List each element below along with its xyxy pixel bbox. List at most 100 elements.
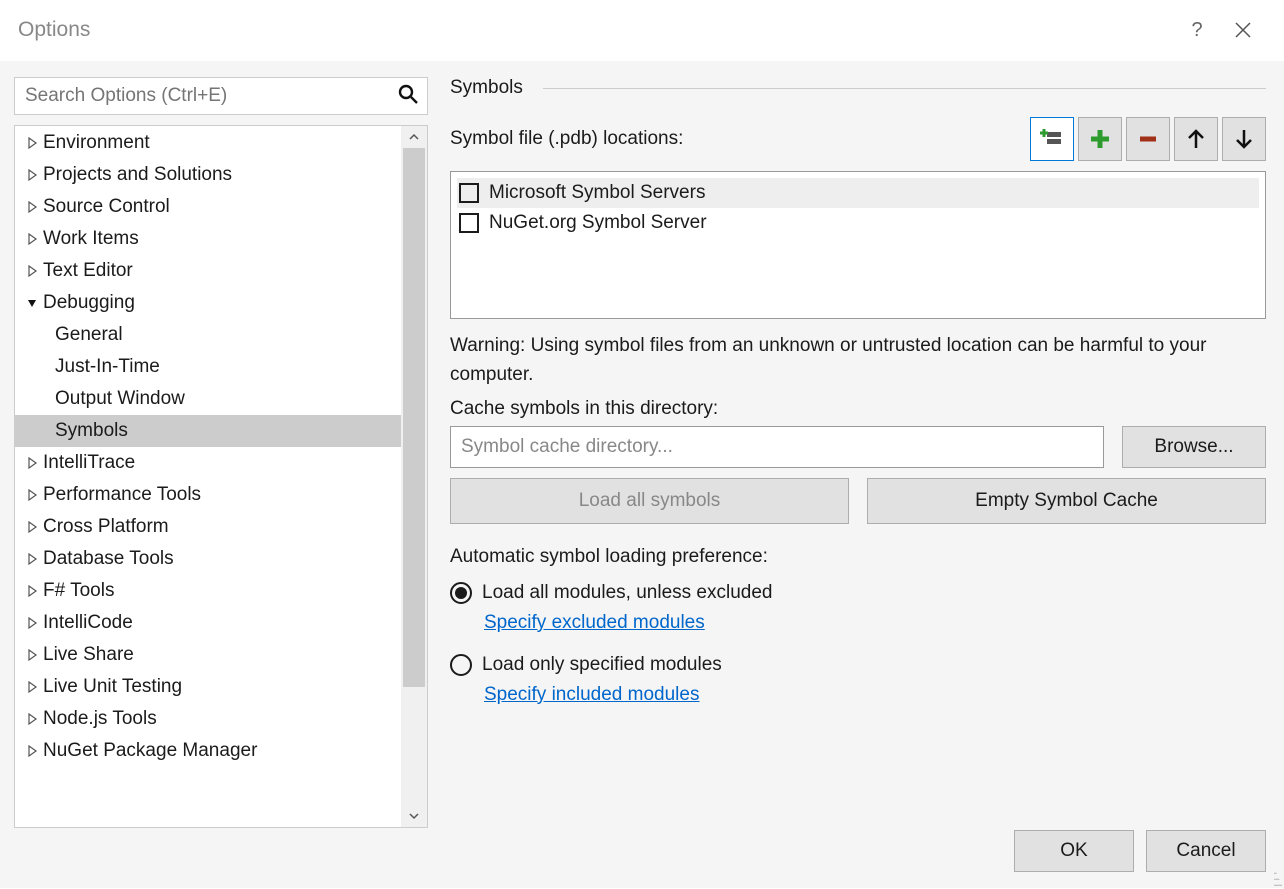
specify-included-link[interactable]: Specify included modules [484,684,1266,706]
tree-item-work-items[interactable]: Work Items [15,223,401,255]
tree-item-output-window[interactable]: Output Window [15,383,401,415]
section-divider [543,88,1266,89]
symbol-server-item[interactable]: Microsoft Symbol Servers [457,178,1259,208]
checkbox-icon[interactable] [459,183,479,203]
tree-item-debugging[interactable]: Debugging [15,287,401,319]
tree-item-label: Performance Tools [43,484,201,506]
search-icon [397,83,419,109]
tree-item-f-tools[interactable]: F# Tools [15,575,401,607]
tree-item-label: NuGet Package Manager [43,740,257,762]
tree-item-label: IntelliCode [43,612,133,634]
tree-item-intellitrace[interactable]: IntelliTrace [15,447,401,479]
load-all-symbols-button[interactable]: Load all symbols [450,478,849,524]
radio-icon [450,582,472,604]
add-button[interactable] [1078,117,1122,161]
move-down-button[interactable] [1222,117,1266,161]
chevron-up-icon [409,132,419,142]
move-up-button[interactable] [1174,117,1218,161]
tree-item-label: Live Unit Testing [43,676,182,698]
specify-excluded-link[interactable]: Specify excluded modules [484,612,1266,634]
tree-item-intellicode[interactable]: IntelliCode [15,607,401,639]
tree-item-label: Node.js Tools [43,708,157,730]
triangle-closed-icon [21,265,43,277]
triangle-closed-icon [21,553,43,565]
tree-item-label: Cross Platform [43,516,169,538]
tree-item-label: General [55,324,123,346]
tree-item-performance-tools[interactable]: Performance Tools [15,479,401,511]
tree-item-symbols[interactable]: Symbols [15,415,401,447]
triangle-closed-icon [21,169,43,181]
cancel-button[interactable]: Cancel [1146,830,1266,872]
close-button[interactable] [1220,7,1266,53]
locations-label: Symbol file (.pdb) locations: [450,128,1026,150]
tree-item-label: Database Tools [43,548,174,570]
radio-load-specified[interactable]: Load only specified modules [450,654,1266,676]
tree-item-node-js-tools[interactable]: Node.js Tools [15,703,401,735]
content-area: Environment Projects and Solutions Source … [0,60,1284,828]
triangle-closed-icon [21,713,43,725]
cache-directory-input[interactable]: Symbol cache directory... [450,426,1104,468]
warning-text: Warning: Using symbol files from an unkn… [450,331,1266,390]
scroll-thumb[interactable] [403,148,425,687]
window-title: Options [18,18,1174,42]
tree-item-text-editor[interactable]: Text Editor [15,255,401,287]
tree-item-live-unit-testing[interactable]: Live Unit Testing [15,671,401,703]
triangle-closed-icon [21,681,43,693]
tree-item-projects-and-solutions[interactable]: Projects and Solutions [15,159,401,191]
scroll-track[interactable] [401,148,427,805]
tree-item-label: Text Editor [43,260,133,282]
tree-item-label: Output Window [55,388,185,410]
tree-item-database-tools[interactable]: Database Tools [15,543,401,575]
search-box[interactable] [14,77,428,115]
triangle-closed-icon [21,137,43,149]
tree-item-nuget-package-manager[interactable]: NuGet Package Manager [15,735,401,767]
tree-item-general[interactable]: General [15,319,401,351]
tree-item-label: Debugging [43,292,135,314]
triangle-closed-icon [21,489,43,501]
dialog-footer: OK Cancel [0,828,1284,888]
checkbox-icon[interactable] [459,213,479,233]
tree-item-label: Live Share [43,644,134,666]
resize-grip-icon[interactable]: ............ [1273,867,1281,885]
triangle-closed-icon [21,649,43,661]
symbol-server-item[interactable]: NuGet.org Symbol Server [457,208,1259,238]
tree-item-cross-platform[interactable]: Cross Platform [15,511,401,543]
symbol-server-label: NuGet.org Symbol Server [489,212,707,234]
section-title: Symbols [450,77,523,99]
options-tree[interactable]: Environment Projects and Solutions Source … [15,126,401,827]
section-header: Symbols [450,77,1266,99]
radio-load-all[interactable]: Load all modules, unless excluded [450,582,1266,604]
tree-item-label: F# Tools [43,580,114,602]
scroll-down-button[interactable] [401,805,427,827]
symbol-server-label: Microsoft Symbol Servers [489,182,705,204]
scroll-up-button[interactable] [401,126,427,148]
radio-load-all-label: Load all modules, unless excluded [482,582,772,604]
triangle-closed-icon [21,233,43,245]
tree-item-label: Environment [43,132,150,154]
triangle-closed-icon [21,457,43,469]
tree-item-label: Symbols [55,420,128,442]
arrow-up-icon [1186,127,1206,151]
tree-item-live-share[interactable]: Live Share [15,639,401,671]
ok-button[interactable]: OK [1014,830,1134,872]
tree-item-just-in-time[interactable]: Just-In-Time [15,351,401,383]
tree-item-environment[interactable]: Environment [15,127,401,159]
remove-button[interactable] [1126,117,1170,161]
tree-item-label: Source Control [43,196,170,218]
cache-actions: Load all symbols Empty Symbol Cache [450,478,1266,524]
triangle-closed-icon [21,585,43,597]
triangle-open-icon [21,297,43,309]
tree-item-source-control[interactable]: Source Control [15,191,401,223]
add-location-button[interactable] [1030,117,1074,161]
cache-row: Symbol cache directory... Browse... [450,426,1266,468]
tree-scrollbar[interactable] [401,126,427,827]
radio-icon [450,654,472,676]
search-input[interactable] [25,85,397,107]
empty-cache-button[interactable]: Empty Symbol Cache [867,478,1266,524]
locations-toolbar: Symbol file (.pdb) locations: [450,117,1266,161]
help-button[interactable]: ? [1174,7,1220,53]
add-server-icon [1039,126,1065,152]
tree-item-label: IntelliTrace [43,452,135,474]
symbol-locations-list[interactable]: Microsoft Symbol Servers NuGet.org Symbol… [450,171,1266,319]
browse-button[interactable]: Browse... [1122,426,1266,468]
